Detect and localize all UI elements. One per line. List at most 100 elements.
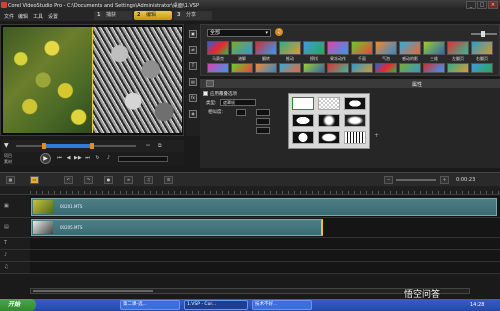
- next-frame-button[interactable]: ▶▶: [74, 155, 82, 162]
- scrubber-bar[interactable]: ▼ ✂ ⧉: [2, 140, 184, 152]
- transition-thumbnail[interactable]: [279, 63, 301, 73]
- transition-thumbnail[interactable]: [447, 63, 469, 73]
- auto-music-icon[interactable]: ♫: [144, 176, 153, 184]
- category-dropdown[interactable]: 全部 ▾: [207, 29, 271, 37]
- enlarge-icon[interactable]: ⧉: [158, 143, 162, 149]
- transition-thumbnail[interactable]: [303, 63, 325, 73]
- height-stepper[interactable]: [256, 127, 270, 134]
- transition-thumbnail[interactable]: [231, 63, 253, 73]
- previous-frame-button[interactable]: ◀: [65, 155, 72, 162]
- transition-thumbnail[interactable]: [375, 41, 397, 55]
- mask-splash[interactable]: [344, 114, 366, 127]
- mixer-icon[interactable]: ≡: [124, 176, 133, 184]
- track-manager-icon[interactable]: ☰: [164, 176, 173, 184]
- transition-thumbnail[interactable]: [351, 41, 373, 55]
- transition-thumbnail[interactable]: [399, 41, 421, 55]
- end-button[interactable]: ⏭: [84, 155, 91, 162]
- zoom-out-icon[interactable]: −: [384, 176, 393, 184]
- taskbar-item-active[interactable]: 1.VSP - Cor...: [184, 300, 248, 310]
- transition-thumbnail[interactable]: [471, 41, 493, 55]
- taskbar-item[interactable]: 第二课-选...: [120, 300, 180, 310]
- video-track-icon[interactable]: ▣: [4, 203, 9, 209]
- color-picker[interactable]: [236, 109, 246, 116]
- fx-icon[interactable]: fx: [189, 94, 197, 102]
- transition-thumbnail[interactable]: [327, 63, 349, 73]
- scroll-thumb[interactable]: [33, 290, 153, 292]
- transition-icon[interactable]: ⇄: [189, 46, 197, 54]
- transition-thumbnail[interactable]: [447, 41, 469, 55]
- mask-fringe[interactable]: [344, 131, 366, 144]
- music-track-icon[interactable]: ♫: [4, 264, 8, 270]
- transition-thumbnail[interactable]: [207, 41, 229, 55]
- mask-oval[interactable]: [292, 114, 314, 127]
- timecode-display[interactable]: [118, 156, 168, 162]
- transition-thumbnail[interactable]: [303, 41, 325, 55]
- import-icon[interactable]: ♫: [275, 28, 283, 36]
- transition-thumbnail[interactable]: [399, 63, 421, 73]
- transition-thumbnail[interactable]: [375, 63, 397, 73]
- mask-oval-soft[interactable]: [344, 97, 366, 110]
- overlay-track-icon[interactable]: ▤: [4, 224, 9, 230]
- transition-thumbnail[interactable]: [279, 41, 301, 55]
- trim-selection[interactable]: [42, 144, 92, 148]
- play-button[interactable]: ▶: [40, 153, 51, 164]
- timeline-zoom-slider[interactable]: [396, 179, 436, 181]
- menu-file[interactable]: 文件: [4, 13, 14, 20]
- volume-icon[interactable]: ♪: [105, 155, 112, 162]
- repeat-button[interactable]: ↻: [94, 155, 101, 162]
- zoom-in-icon[interactable]: +: [440, 176, 449, 184]
- type-select[interactable]: 遮罩帧: [220, 99, 256, 106]
- clip-mode-label[interactable]: 素材: [4, 159, 12, 165]
- transition-thumbnail[interactable]: [207, 63, 229, 73]
- timeline-view-icon[interactable]: ▭: [30, 176, 39, 184]
- mask-brush[interactable]: [318, 131, 340, 144]
- timeline-clip[interactable]: 00201.MTS: [31, 198, 497, 216]
- timeline-clip[interactable]: 00205.MTS: [31, 219, 323, 236]
- width-stepper[interactable]: [256, 118, 270, 125]
- slider-knob[interactable]: [481, 31, 485, 37]
- mark-in-handle[interactable]: [42, 143, 46, 149]
- title-icon[interactable]: T: [189, 62, 197, 70]
- transition-thumbnail[interactable]: [351, 63, 373, 73]
- tab-share[interactable]: 3 分享: [174, 11, 212, 20]
- tab-edit[interactable]: 2 编辑: [134, 11, 172, 20]
- scissors-icon[interactable]: ✂: [146, 143, 150, 149]
- transition-thumbnail[interactable]: [471, 63, 493, 73]
- record-icon[interactable]: ●: [104, 176, 113, 184]
- transition-thumbnail[interactable]: [255, 41, 277, 55]
- menu-edit[interactable]: 编辑: [18, 13, 28, 20]
- mark-out-handle[interactable]: [90, 143, 94, 149]
- transition-thumbnail[interactable]: [327, 41, 349, 55]
- transition-thumbnail[interactable]: [231, 41, 253, 55]
- mask-burst[interactable]: [318, 114, 340, 127]
- mask-rect[interactable]: [292, 97, 314, 110]
- mask-cloud[interactable]: [292, 131, 314, 144]
- graphic-icon[interactable]: ▤: [189, 78, 197, 86]
- tab-capture[interactable]: 1 捕获: [94, 11, 132, 20]
- transition-thumbnail[interactable]: [423, 63, 445, 73]
- playhead-icon[interactable]: ▼: [4, 142, 9, 149]
- title-track-icon[interactable]: T: [4, 240, 7, 246]
- transition-thumbnail[interactable]: [255, 63, 277, 73]
- add-mask-icon[interactable]: +: [374, 132, 379, 139]
- rewind-button[interactable]: ⏮: [56, 155, 63, 162]
- thumbnail-zoom-slider[interactable]: [471, 31, 497, 37]
- close-button[interactable]: ×: [488, 1, 498, 9]
- mask-transparent[interactable]: [318, 97, 340, 110]
- start-button[interactable]: 开始: [0, 299, 36, 311]
- maximize-button[interactable]: □: [477, 1, 487, 9]
- expand-options-button[interactable]: [206, 80, 214, 87]
- minimize-button[interactable]: _: [466, 1, 476, 9]
- storyboard-view-icon[interactable]: ▦: [6, 176, 15, 184]
- undo-icon[interactable]: ↶: [64, 176, 73, 184]
- menu-settings[interactable]: 设置: [48, 13, 58, 20]
- taskbar-item[interactable]: 技术不好...: [252, 300, 312, 310]
- filter-icon[interactable]: ◈: [189, 110, 197, 118]
- similarity-stepper[interactable]: [256, 109, 270, 116]
- redo-icon[interactable]: ↷: [84, 176, 93, 184]
- menu-tools[interactable]: 工具: [33, 13, 43, 20]
- media-icon[interactable]: ▣: [189, 30, 197, 38]
- apply-overlay-checkbox[interactable]: [203, 91, 208, 96]
- transition-thumbnail[interactable]: [423, 41, 445, 55]
- voice-track-icon[interactable]: ♪: [4, 252, 7, 258]
